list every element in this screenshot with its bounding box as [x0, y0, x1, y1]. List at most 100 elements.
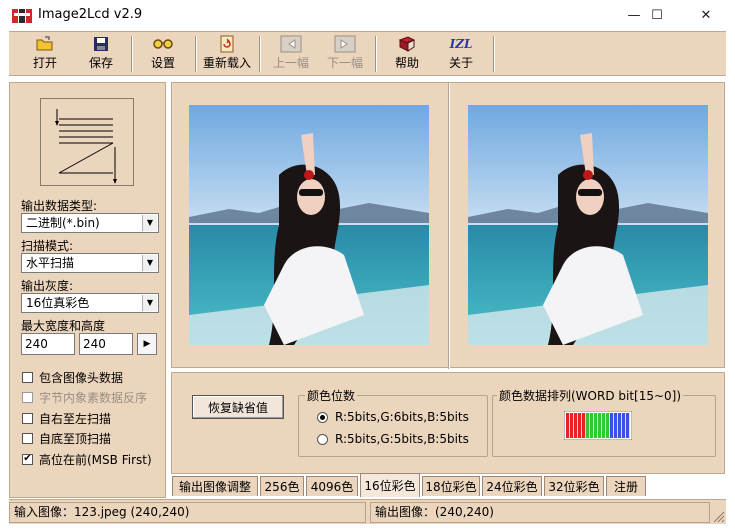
option-label: 包含图像头数据	[39, 370, 124, 385]
input-photo-image	[189, 105, 429, 345]
settings-panel: 输出数据类型: 二进制(*.bin) ▼ 扫描模式: 水平扫描 ▼ 输出灰度: …	[9, 82, 166, 498]
help-button[interactable]: 帮助	[379, 34, 435, 74]
radio-dot[interactable]	[317, 411, 328, 423]
bit-arrangement-bar[interactable]	[564, 411, 632, 440]
chevron-down-icon[interactable]: ▼	[142, 215, 157, 231]
about-button[interactable]: IZL 关于	[433, 34, 489, 74]
option-checkbox[interactable]: 自右至左扫描	[22, 410, 111, 426]
close-button[interactable]: ✕	[683, 0, 729, 31]
left-arrow-icon	[280, 34, 302, 54]
radio-565-label: R:5bits,G:6bits,B:5bits	[335, 410, 469, 424]
bit-cell	[610, 413, 614, 438]
output-photo-image	[468, 105, 708, 345]
open-button[interactable]: 打开	[17, 34, 73, 74]
right-arrow-icon	[334, 34, 356, 54]
save-label: 保存	[88, 56, 113, 70]
bit-cell	[618, 413, 622, 438]
tab-2[interactable]: 4096色	[306, 476, 358, 496]
bit-cell	[578, 413, 582, 438]
tab-0[interactable]: 输出图像调整	[172, 476, 258, 496]
bit-cell	[582, 413, 586, 438]
about-izl-icon: IZL	[449, 37, 473, 51]
chevron-down-icon[interactable]: ▼	[142, 295, 157, 311]
input-image	[189, 105, 429, 345]
reload-button[interactable]: 重新载入	[199, 34, 255, 74]
color-bits-title: 颜色位数	[305, 387, 358, 404]
radio-dot[interactable]	[317, 433, 328, 445]
tab-6[interactable]: 32位彩色	[544, 476, 604, 496]
window-title: Image2Lcd v2.9	[38, 7, 143, 22]
toolbar-separator	[195, 36, 197, 72]
checkbox-box[interactable]	[22, 433, 33, 444]
checkmark-icon[interactable]: ✔	[22, 453, 33, 465]
gray-value: 16位真彩色	[26, 296, 90, 310]
bit-cell	[598, 413, 602, 438]
maximize-button[interactable]: ☐	[634, 0, 680, 31]
apply-size-button[interactable]: ▶	[137, 333, 157, 355]
next-image-button[interactable]: 下一幅	[317, 34, 373, 74]
help-label: 帮助	[394, 56, 419, 70]
color-bits-group: 颜色位数 R:5bits,G:6bits,B:5bits R:5bits,G:5…	[298, 387, 488, 457]
scan-direction-preview	[40, 98, 134, 186]
tab-4[interactable]: 18位彩色	[422, 476, 480, 496]
about-label: 关于	[448, 56, 473, 70]
option-checkbox[interactable]: 包含图像头数据	[22, 369, 123, 385]
option-checkbox[interactable]: 字节内象素数据反序	[22, 390, 147, 406]
bit-cell	[614, 413, 618, 438]
toolbar-separator	[259, 36, 261, 72]
gray-label: 输出灰度:	[21, 279, 74, 293]
scan-mode-value: 水平扫描	[26, 256, 75, 270]
toolbar-separator	[375, 36, 377, 72]
toolbar-separator	[493, 36, 495, 72]
gray-select[interactable]: 16位真彩色 ▼	[21, 293, 159, 313]
settings-button[interactable]: 设置	[135, 34, 191, 74]
restore-defaults-button[interactable]: 恢复缺省值	[192, 395, 284, 419]
tab-1[interactable]: 256色	[260, 476, 304, 496]
radio-555[interactable]: R:5bits,G:5bits,B:5bits	[317, 432, 469, 446]
output-type-label: 输出数据类型:	[21, 199, 98, 213]
option-label: 自右至左扫描	[39, 411, 112, 426]
output-type-select[interactable]: 二进制(*.bin) ▼	[21, 213, 159, 233]
save-button[interactable]: 保存	[73, 34, 129, 74]
toolbar-separator	[131, 36, 133, 72]
checkbox-box[interactable]	[22, 392, 33, 403]
prev-image-button[interactable]: 上一幅	[263, 34, 319, 74]
scan-mode-select[interactable]: 水平扫描 ▼	[21, 253, 159, 273]
bit-cell	[594, 413, 598, 438]
option-checkbox[interactable]: 自底至顶扫描	[22, 431, 111, 447]
max-height-input[interactable]: 240	[79, 333, 133, 355]
toolbar: 打开 保存 设置 重新载入 上一幅 下一幅 帮助 IZL 关于	[9, 31, 726, 76]
open-folder-icon	[36, 34, 54, 54]
chevron-down-icon[interactable]: ▼	[142, 255, 157, 271]
save-disk-icon	[93, 34, 109, 54]
next-image-label: 下一幅	[326, 56, 363, 70]
title-bar[interactable]: Image2Lcd v2.9 — ☐ ✕	[0, 0, 735, 31]
prev-image-label: 上一幅	[272, 56, 309, 70]
option-label: 字节内象素数据反序	[39, 391, 148, 405]
option-checkbox[interactable]: ✔ 高位在前(MSB First)	[22, 451, 152, 467]
tab-3[interactable]: 16位彩色	[360, 473, 420, 497]
option-label: 高位在前(MSB First)	[39, 452, 152, 467]
glasses-icon	[153, 34, 173, 54]
reload-label: 重新载入	[202, 56, 251, 70]
bit-cell	[602, 413, 606, 438]
max-width-input[interactable]: 240	[21, 333, 75, 355]
help-book-icon	[398, 34, 416, 54]
scan-mode-label: 扫描模式:	[21, 239, 74, 253]
output-type-value: 二进制(*.bin)	[26, 216, 100, 230]
preview-divider	[448, 83, 450, 369]
bit-cell	[626, 413, 630, 438]
output-image-status: 输出图像：(240,240)	[370, 502, 710, 523]
radio-565[interactable]: R:5bits,G:6bits,B:5bits	[317, 410, 469, 424]
scan-diagram-icon	[55, 109, 117, 184]
checkbox-box[interactable]	[22, 412, 33, 424]
bit-cell	[566, 413, 570, 438]
bit-cell	[590, 413, 594, 438]
checkbox-box[interactable]	[22, 371, 33, 383]
open-label: 打开	[32, 56, 57, 70]
bit-cell	[622, 413, 626, 438]
tab-5[interactable]: 24位彩色	[482, 476, 542, 496]
tab-7[interactable]: 注册	[606, 476, 646, 496]
resize-grip-icon[interactable]	[710, 508, 726, 524]
bit-cell	[606, 413, 610, 438]
